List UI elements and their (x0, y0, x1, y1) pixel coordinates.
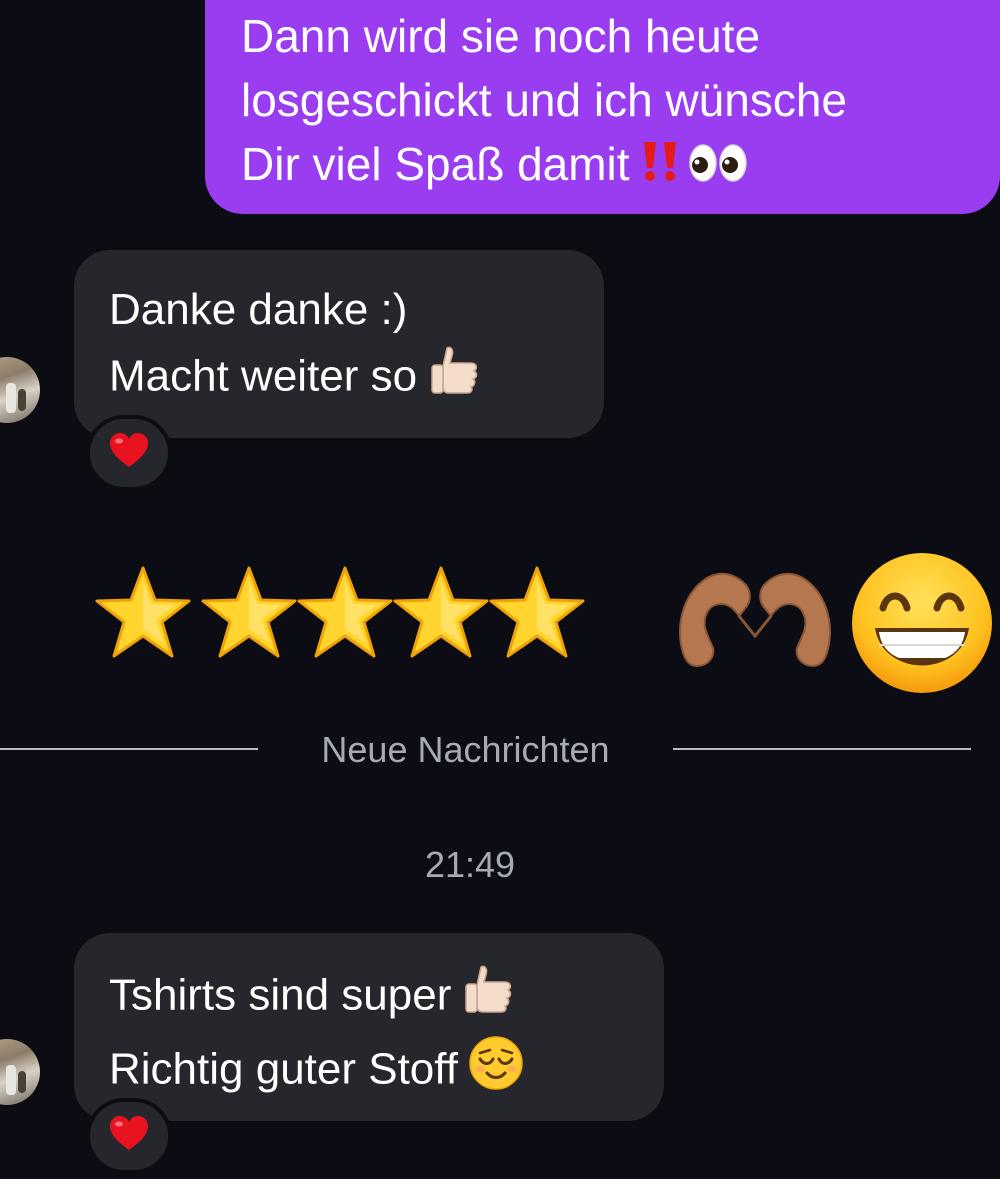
message-line-with-emoji: Macht weiter so (109, 342, 604, 416)
message-line: losgeschickt und ich wünsche (241, 74, 847, 126)
heart-icon (109, 432, 149, 474)
contact-avatar[interactable] (0, 1039, 40, 1105)
heart-hands-icon (679, 572, 831, 668)
outgoing-message-bubble[interactable]: Dann wird sie noch heute losgeschickt un… (205, 0, 1000, 214)
avatar-figure (6, 383, 16, 413)
message-line-with-emoji: Richtig guter Stoff (109, 1035, 664, 1109)
incoming-message-bubble[interactable]: Tshirts sind super Richtig guter Stoff (74, 933, 664, 1121)
new-messages-label: Neue Nachrichten (321, 729, 610, 770)
eyes-icon (688, 136, 748, 200)
avatar-figure (6, 1065, 16, 1095)
star-icon (393, 566, 489, 658)
relieved-face-icon (468, 1035, 524, 1109)
star-icon (297, 566, 393, 658)
divider-line (0, 748, 258, 750)
star-icon (201, 566, 297, 658)
reaction-badge[interactable] (86, 415, 172, 491)
thumbs-up-icon (427, 342, 483, 416)
thumbs-up-icon (461, 961, 517, 1035)
message-timestamp: 21:49 (424, 844, 516, 885)
rating-emoji-message[interactable] (95, 548, 1000, 698)
message-text: Dir viel Spaß damit (241, 138, 630, 190)
message-text: Richtig guter Stoff (109, 1044, 458, 1094)
message-line-with-emoji: Tshirts sind super (109, 961, 664, 1035)
message-line-with-emoji: Dir viel Spaß damit (241, 132, 980, 200)
reaction-badge[interactable] (86, 1098, 172, 1174)
star-icon (95, 566, 191, 658)
message-text: Tshirts sind super (109, 970, 452, 1020)
message-line: Dann wird sie noch heute (241, 10, 761, 62)
star-icon (489, 566, 585, 658)
incoming-message-bubble[interactable]: Danke danke :) Macht weiter so (74, 250, 604, 438)
contact-avatar[interactable] (0, 357, 40, 423)
message-line: Danke danke :) (109, 285, 408, 334)
double-exclamation-icon (640, 136, 682, 200)
avatar-figure (18, 1071, 26, 1093)
grinning-face-icon (852, 553, 992, 693)
message-text: Macht weiter so (109, 351, 418, 401)
heart-icon (109, 1115, 149, 1157)
divider-line (673, 748, 971, 750)
avatar-figure (18, 389, 26, 411)
